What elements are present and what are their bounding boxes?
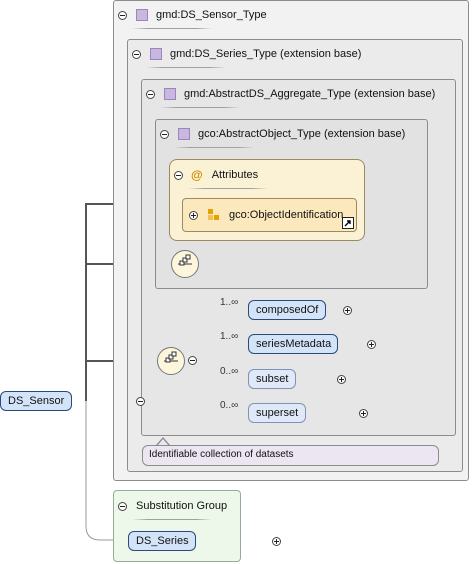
occurs-label: 0..∞ (220, 400, 239, 411)
element-subset[interactable]: subset (248, 369, 296, 389)
sequence-compositor[interactable] (157, 347, 185, 375)
attribute-at-icon: @ (191, 168, 203, 182)
separator (146, 67, 226, 68)
expand-icon[interactable] (189, 210, 198, 220)
root-element-ds-sensor[interactable]: DS_Sensor (0, 391, 72, 411)
aggregate-type-header: gmd:AbstractDS_Aggregate_Type (extension… (146, 88, 435, 100)
jump-to-definition-icon[interactable] (342, 217, 354, 229)
complex-type-icon (150, 48, 162, 60)
attribute-group-icon (208, 209, 220, 221)
collapse-icon[interactable] (118, 10, 127, 20)
complex-type-icon (178, 128, 190, 140)
attributes-box: @ Attributes gco:ObjectIdentification (169, 159, 365, 241)
collapse-icon[interactable] (174, 170, 183, 180)
element-label: superset (256, 407, 299, 419)
element-label: composedOf (256, 304, 319, 316)
substitution-group-box: Substitution Group (113, 490, 241, 562)
attributes-header: @ Attributes (174, 168, 258, 182)
collapse-icon[interactable] (118, 501, 127, 511)
occurs-label: 0..∞ (220, 366, 239, 377)
collapse-icon[interactable] (146, 89, 155, 99)
attribute-group-item[interactable]: gco:ObjectIdentification (182, 198, 357, 232)
aggregate-type-label: gmd:AbstractDS_Aggregate_Type (extension… (184, 88, 436, 100)
element-composedOf[interactable]: composedOf (248, 300, 326, 320)
collapse-icon[interactable] (132, 49, 141, 59)
collapse-icon[interactable] (160, 129, 169, 139)
element-label: DS_Sensor (8, 395, 65, 407)
object-type-label: gco:AbstractObject_Type (extension base) (198, 128, 406, 140)
object-type-header: gco:AbstractObject_Type (extension base) (160, 128, 405, 140)
attributes-title: Attributes (211, 169, 259, 181)
series-type-header: gmd:DS_Series_Type (extension base) (132, 48, 361, 60)
expand-icon[interactable] (343, 306, 353, 315)
sensor-type-label: gmd:DS_Sensor_Type (156, 9, 267, 21)
substitution-group-title: Substitution Group (136, 500, 228, 512)
complex-type-icon (164, 88, 176, 100)
element-seriesMetadata[interactable]: seriesMetadata (248, 334, 338, 354)
element-label: DS_Series (136, 535, 189, 547)
separator (160, 107, 240, 108)
separator (188, 188, 268, 189)
element-ds-series[interactable]: DS_Series (128, 531, 196, 551)
substitution-group-header: Substitution Group (118, 500, 227, 512)
series-type-label: gmd:DS_Series_Type (extension base) (170, 48, 362, 60)
occurs-label: 1..∞ (220, 297, 239, 308)
element-label: seriesMetadata (256, 338, 332, 350)
separator (174, 147, 254, 148)
separator (132, 519, 212, 520)
collapse-icon[interactable] (188, 356, 197, 365)
separator (132, 28, 212, 29)
attribute-group-label: gco:ObjectIdentification (229, 209, 344, 221)
sensor-type-header: gmd:DS_Sensor_Type (118, 9, 267, 21)
element-superset[interactable]: superset (248, 403, 306, 423)
complex-type-icon (136, 9, 148, 21)
occurs-label: 1..∞ (220, 331, 239, 342)
sequence-compositor[interactable] (171, 250, 199, 278)
documentation-text: Identifiable collection of datasets (149, 449, 294, 460)
documentation-note: Identifiable collection of datasets (142, 445, 439, 466)
element-label: subset (256, 373, 289, 385)
